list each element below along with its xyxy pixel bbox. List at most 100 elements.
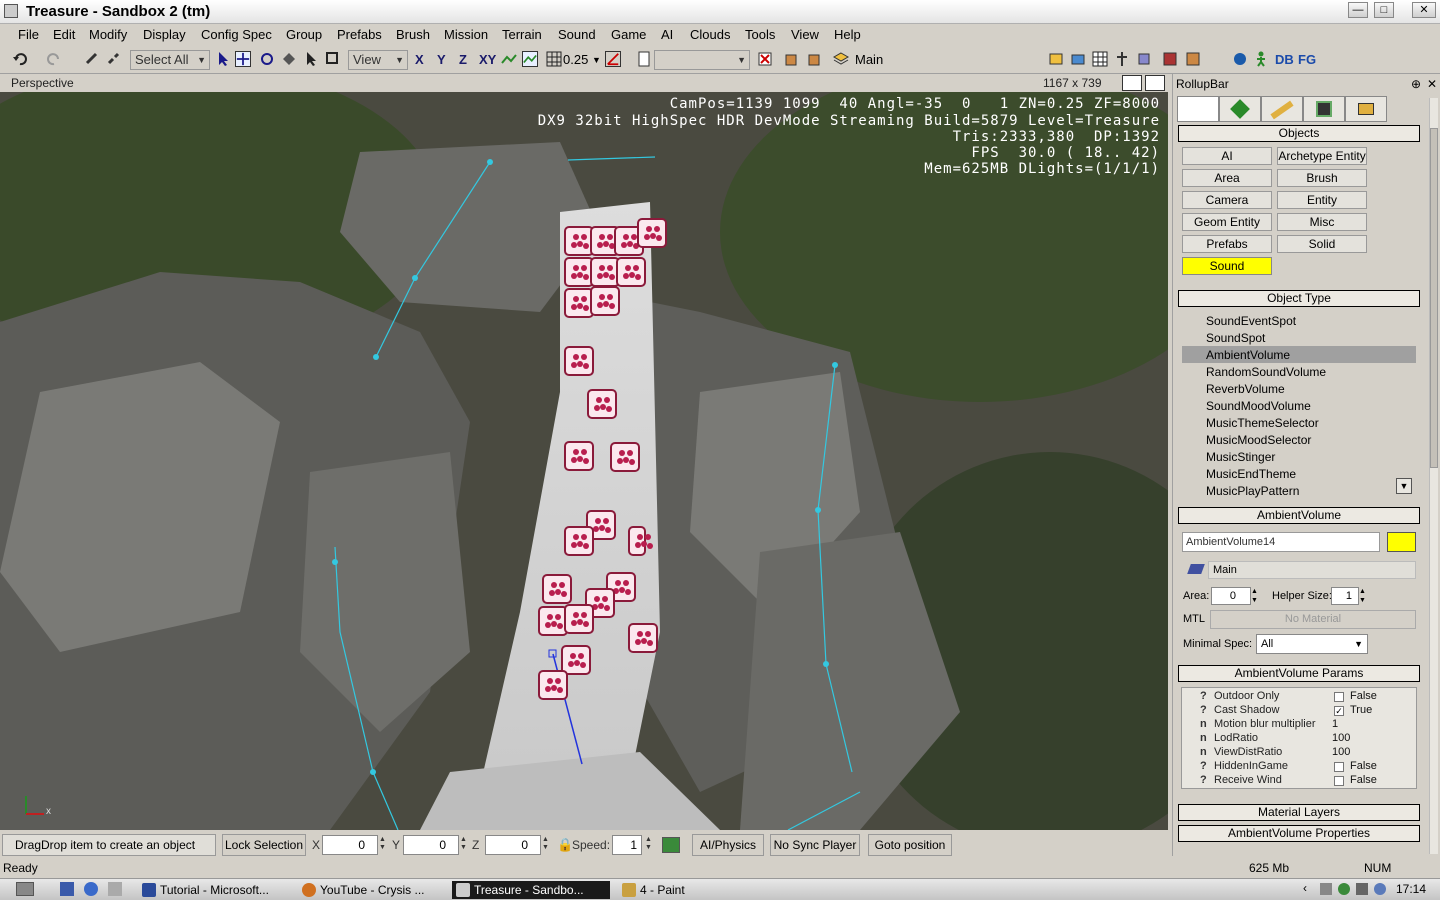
- object-button-prefabs[interactable]: Prefabs: [1182, 235, 1272, 253]
- minimize-button[interactable]: —: [1348, 2, 1368, 18]
- sound-helper-icon[interactable]: [564, 604, 594, 634]
- param-checkbox[interactable]: [1334, 692, 1344, 702]
- rollup-scrollbar[interactable]: [1429, 98, 1438, 854]
- object-type-item[interactable]: SoundEventSpot: [1206, 314, 1296, 328]
- viewport-3d[interactable]: CamPos=1139 1099 40 Angl=-35 0 1 ZN=0.25…: [0, 92, 1168, 830]
- notes-icon[interactable]: [636, 51, 652, 67]
- tray-security-icon[interactable]: [1338, 883, 1350, 895]
- sound-helper-icon[interactable]: [628, 526, 646, 556]
- param-lod-ratio[interactable]: n LodRatio 100: [1182, 732, 1416, 746]
- character-icon[interactable]: [1253, 51, 1269, 67]
- layer-tool-2-icon[interactable]: [807, 51, 823, 67]
- fg-button[interactable]: FG: [1298, 50, 1316, 70]
- restore-viewport-icon[interactable]: [1145, 75, 1165, 91]
- param-motion-blur[interactable]: n Motion blur multiplier 1: [1182, 718, 1416, 732]
- ref-coord-dropdown[interactable]: View ▼: [348, 50, 408, 70]
- menu-terrain[interactable]: Terrain: [502, 27, 542, 42]
- selection-filter-dropdown[interactable]: Select All ▼: [130, 50, 210, 70]
- undo-icon[interactable]: [12, 51, 28, 67]
- area-spinner-icon[interactable]: ▲ ▼: [1251, 587, 1261, 605]
- object-button-brush[interactable]: Brush: [1277, 169, 1367, 187]
- param-receive-wind[interactable]: ? Receive Wind False: [1182, 774, 1416, 788]
- object-type-item[interactable]: MusicMoodSelector: [1206, 433, 1311, 447]
- object-type-panel-title[interactable]: Object Type: [1178, 290, 1420, 307]
- speed-spinner-icon[interactable]: ▲ ▼: [645, 836, 652, 852]
- lock-selection-button[interactable]: Lock Selection: [222, 834, 306, 856]
- objects-icon[interactable]: [1136, 51, 1152, 67]
- menu-view[interactable]: View: [791, 27, 819, 42]
- select-arrow-icon[interactable]: [215, 51, 231, 67]
- sound-helper-icon[interactable]: [610, 442, 640, 472]
- sound-helper-icon[interactable]: [564, 346, 594, 376]
- show-desktop-icon[interactable]: [60, 882, 74, 896]
- snap-terrain-icon[interactable]: [522, 51, 538, 67]
- param-value[interactable]: 100: [1332, 732, 1350, 744]
- menu-help[interactable]: Help: [834, 27, 861, 42]
- object-type-item[interactable]: SoundSpot: [1206, 331, 1265, 345]
- axis-y-button[interactable]: Y: [437, 50, 446, 70]
- layer-tool-icon[interactable]: [784, 51, 800, 67]
- menu-edit[interactable]: Edit: [53, 27, 75, 42]
- object-type-item[interactable]: MusicEndTheme: [1206, 467, 1296, 481]
- delete-layer-icon[interactable]: [757, 51, 773, 67]
- x-coord-input[interactable]: 0: [322, 835, 378, 855]
- param-value[interactable]: 1: [1332, 718, 1338, 730]
- object-button-misc[interactable]: Misc: [1277, 213, 1367, 231]
- helper-size-spinner-icon[interactable]: ▲ ▼: [1359, 587, 1369, 605]
- properties-panel-title[interactable]: AmbientVolume Properties: [1178, 825, 1420, 842]
- unlink-icon[interactable]: [106, 51, 122, 67]
- grid-size-value[interactable]: 0.25: [563, 50, 588, 70]
- param-checkbox[interactable]: [1334, 762, 1344, 772]
- object-type-item[interactable]: SoundMoodVolume: [1206, 399, 1311, 413]
- globe-icon[interactable]: [1232, 51, 1248, 67]
- list-scroll-down-icon[interactable]: ▼: [1396, 478, 1412, 494]
- scale-icon[interactable]: [281, 51, 297, 67]
- grid-icon[interactable]: [546, 51, 562, 67]
- menu-brush[interactable]: Brush: [396, 27, 430, 42]
- select-terrain-icon[interactable]: [303, 51, 319, 67]
- ui-editor-icon[interactable]: [1185, 51, 1201, 67]
- taskbar-item-tutorial[interactable]: Tutorial - Microsoft...: [138, 881, 288, 899]
- menu-game[interactable]: Game: [611, 27, 646, 42]
- material-button[interactable]: No Material: [1210, 610, 1416, 629]
- object-name-input[interactable]: AmbientVolume14: [1182, 532, 1380, 552]
- object-type-item-selected[interactable]: AmbientVolume: [1206, 348, 1290, 362]
- menu-sound[interactable]: Sound: [558, 27, 596, 42]
- sound-helper-icon[interactable]: [616, 257, 646, 287]
- terrain-collision-icon[interactable]: [662, 837, 680, 853]
- axis-z-button[interactable]: Z: [459, 50, 467, 70]
- menu-ai[interactable]: AI: [661, 27, 673, 42]
- param-value[interactable]: 100: [1332, 746, 1350, 758]
- lock-icon[interactable]: 🔒: [557, 837, 573, 853]
- ai-physics-button[interactable]: AI/Physics: [692, 834, 764, 856]
- snap-icon[interactable]: [325, 51, 341, 67]
- db-button[interactable]: DB: [1275, 50, 1294, 70]
- area-input[interactable]: 0: [1211, 587, 1251, 605]
- terrain-follow-icon[interactable]: [501, 51, 517, 67]
- sound-helper-icon[interactable]: [564, 526, 594, 556]
- viewport-label[interactable]: Perspective: [11, 76, 74, 90]
- start-icon[interactable]: [16, 882, 34, 896]
- taskbar-item-youtube[interactable]: YouTube - Crysis ...: [298, 881, 444, 899]
- object-type-item[interactable]: ReverbVolume: [1206, 382, 1285, 396]
- sound-helper-icon[interactable]: [564, 441, 594, 471]
- params-panel-title[interactable]: AmbientVolume Params: [1178, 665, 1420, 682]
- move-icon[interactable]: [235, 51, 251, 67]
- tray-network-icon[interactable]: [1320, 883, 1332, 895]
- object-button-ai[interactable]: AI: [1182, 147, 1272, 165]
- current-layer-label[interactable]: Main: [855, 50, 883, 70]
- no-sync-player-button[interactable]: No Sync Player: [770, 834, 860, 856]
- sound-helper-icon[interactable]: [538, 670, 568, 700]
- tray-volume-icon[interactable]: [1356, 883, 1368, 895]
- menu-group[interactable]: Group: [286, 27, 322, 42]
- angle-snap-icon[interactable]: [605, 51, 621, 67]
- menu-file[interactable]: File: [18, 27, 39, 42]
- menu-display[interactable]: Display: [143, 27, 186, 42]
- minimal-spec-dropdown[interactable]: All ▼: [1256, 634, 1368, 654]
- tray-expand-icon[interactable]: ‹: [1303, 881, 1307, 895]
- tab-modeling-icon[interactable]: [1261, 96, 1303, 122]
- object-button-entity[interactable]: Entity: [1277, 191, 1367, 209]
- flowgraph-icon[interactable]: [1162, 51, 1178, 67]
- object-layer-field[interactable]: Main: [1208, 561, 1416, 579]
- sound-helper-icon[interactable]: [637, 218, 667, 248]
